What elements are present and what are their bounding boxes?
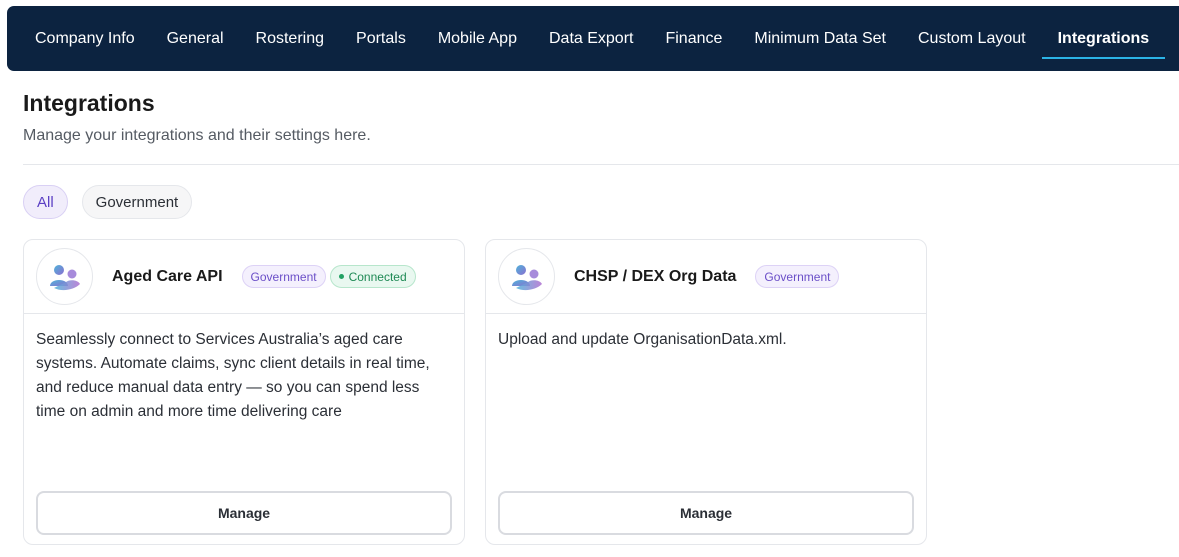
manage-button[interactable]: Manage bbox=[498, 491, 914, 535]
nav-tab-finance[interactable]: Finance bbox=[649, 6, 738, 71]
manage-button[interactable]: Manage bbox=[36, 491, 452, 535]
nav-tab-data-export[interactable]: Data Export bbox=[533, 6, 649, 71]
card-title: CHSP / DEX Org Data bbox=[574, 267, 737, 285]
card-description: Upload and update OrganisationData.xml. bbox=[498, 331, 787, 348]
nav-tab-custom-layout[interactable]: Custom Layout bbox=[902, 6, 1042, 71]
card-title: Aged Care API bbox=[112, 267, 223, 285]
page-subtitle: Manage your integrations and their setti… bbox=[23, 127, 371, 144]
nav-tab-general[interactable]: General bbox=[151, 6, 240, 71]
people-icon bbox=[498, 248, 555, 305]
status-dot-icon bbox=[338, 274, 344, 279]
integration-card-aged-care-api: Aged Care API Government Connected Seaml… bbox=[23, 239, 465, 545]
nav-tab-rostering[interactable]: Rostering bbox=[240, 6, 340, 71]
status-badge-label: Connected bbox=[348, 269, 407, 284]
filter-chip-government[interactable]: Government bbox=[81, 185, 193, 219]
status-badge: Connected bbox=[329, 265, 416, 288]
nav-tab-minimum-data-set[interactable]: Minimum Data Set bbox=[738, 6, 902, 71]
category-badge: Government bbox=[755, 265, 840, 288]
integration-card-chsp-dex: CHSP / DEX Org Data Government Upload an… bbox=[485, 239, 927, 545]
page-title: Integrations bbox=[23, 90, 155, 116]
card-header: Aged Care API Government Connected bbox=[24, 240, 464, 314]
card-header: CHSP / DEX Org Data Government bbox=[486, 240, 926, 314]
card-description: Seamlessly connect to Services Australia… bbox=[36, 331, 430, 420]
category-badge: Government bbox=[241, 265, 326, 288]
nav-tab-company-info[interactable]: Company Info bbox=[19, 6, 151, 71]
nav-tab-mobile-app[interactable]: Mobile App bbox=[422, 6, 533, 71]
header-divider bbox=[23, 164, 1179, 165]
settings-top-nav: Company Info General Rostering Portals M… bbox=[7, 6, 1179, 71]
nav-tab-integrations[interactable]: Integrations bbox=[1041, 6, 1166, 71]
people-icon bbox=[36, 248, 93, 305]
filter-chip-all[interactable]: All bbox=[23, 185, 68, 219]
nav-tab-portals[interactable]: Portals bbox=[340, 6, 422, 71]
filter-chips: All Government bbox=[23, 185, 193, 219]
